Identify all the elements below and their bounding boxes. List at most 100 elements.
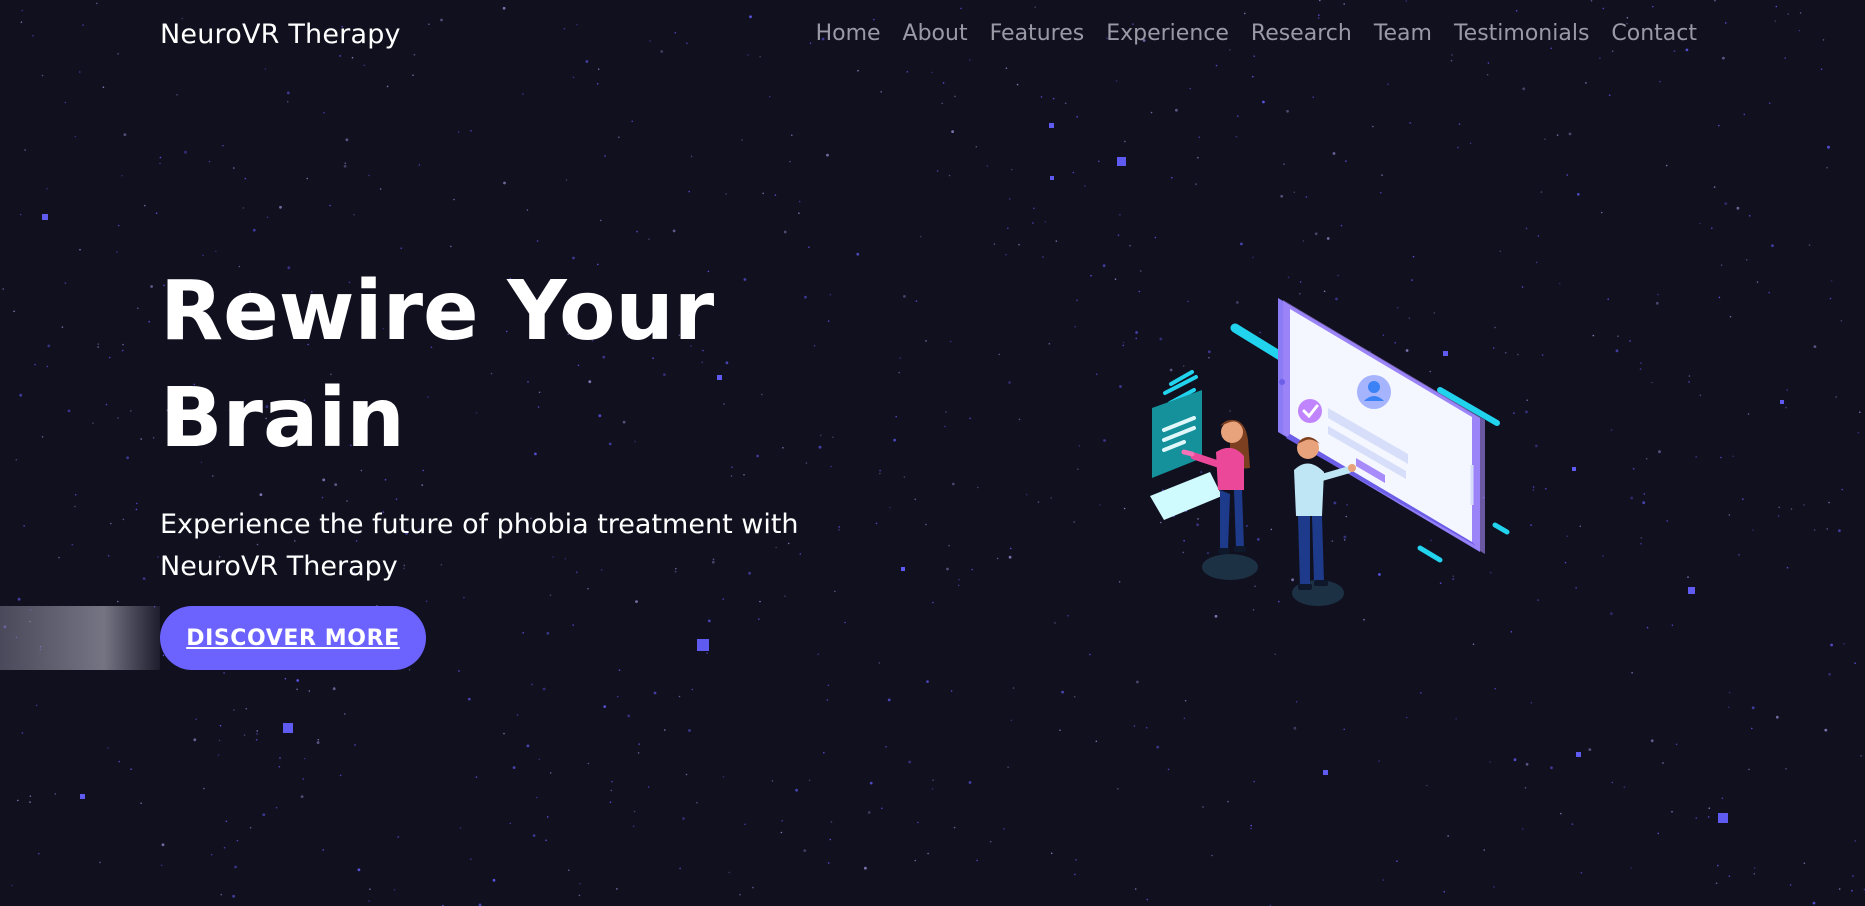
star (453, 198, 455, 201)
star (1458, 123, 1461, 125)
star (232, 894, 236, 898)
star (878, 662, 881, 664)
star (1687, 576, 1689, 578)
star (1768, 102, 1771, 104)
star (672, 229, 676, 233)
star (421, 484, 424, 486)
nav-link-experience[interactable]: Experience (1106, 21, 1229, 46)
star (1345, 160, 1347, 162)
star (611, 780, 613, 783)
star (762, 192, 764, 195)
star (1119, 385, 1122, 388)
star (803, 849, 807, 852)
star (1252, 75, 1254, 78)
star (1314, 232, 1318, 236)
star (1830, 643, 1833, 647)
star-square (1117, 157, 1126, 166)
star (130, 768, 132, 770)
nav-item-contact: Contact (1611, 21, 1697, 46)
star (1790, 508, 1793, 510)
star (140, 802, 142, 804)
nav-links: Home About Features Experience Research … (816, 21, 1697, 46)
hero-subtitle: Experience the future of phobia treatmen… (160, 509, 799, 582)
star (1535, 261, 1538, 264)
star (234, 865, 238, 869)
star (1114, 278, 1117, 281)
star (774, 194, 777, 196)
star (1016, 83, 1019, 86)
star-square (697, 639, 709, 651)
star (1135, 331, 1138, 334)
star (1054, 622, 1056, 624)
star (945, 411, 947, 413)
star (1008, 381, 1011, 384)
star (1074, 873, 1076, 876)
star (1639, 368, 1642, 370)
star (1312, 96, 1314, 98)
nav-link-contact[interactable]: Contact (1611, 21, 1697, 46)
star (536, 240, 539, 242)
nav-link-features[interactable]: Features (990, 21, 1085, 46)
star (1513, 758, 1517, 762)
star (1803, 862, 1806, 864)
star (771, 780, 774, 782)
nav-link-research[interactable]: Research (1251, 21, 1352, 46)
star (725, 193, 727, 195)
star (996, 557, 999, 560)
star (1084, 185, 1086, 187)
star (1540, 191, 1543, 193)
star (74, 505, 76, 508)
star (1098, 160, 1100, 163)
star (1078, 445, 1081, 447)
star (17, 799, 19, 802)
star (975, 146, 978, 148)
star (844, 621, 846, 624)
star (915, 300, 918, 302)
star (321, 496, 324, 499)
brand-logo-link[interactable]: NeuroVR Therapy (160, 19, 401, 50)
star (1813, 345, 1817, 348)
star (1530, 524, 1532, 526)
star (150, 285, 154, 288)
star (618, 669, 621, 671)
star (1042, 256, 1044, 258)
star (632, 825, 635, 827)
star (357, 868, 361, 872)
star (798, 200, 801, 203)
star (1493, 886, 1495, 888)
star (1738, 554, 1740, 556)
star (1785, 406, 1787, 409)
star (1332, 152, 1336, 155)
nav-link-team[interactable]: Team (1374, 21, 1432, 46)
star (1732, 455, 1735, 458)
star (1286, 109, 1289, 113)
star (67, 409, 71, 413)
star (117, 600, 119, 603)
star (532, 834, 536, 837)
star (339, 774, 342, 777)
star (71, 543, 74, 546)
star (976, 859, 978, 862)
star (1055, 240, 1058, 242)
star (781, 820, 783, 822)
star (636, 230, 638, 233)
star (1666, 520, 1668, 522)
star (1007, 227, 1009, 230)
star (1728, 691, 1731, 694)
star (1059, 729, 1061, 731)
nav-link-testimonials[interactable]: Testimonials (1454, 21, 1589, 46)
star (618, 136, 620, 138)
star (1343, 728, 1345, 731)
nav-link-home[interactable]: Home (816, 21, 881, 46)
star (903, 295, 906, 298)
star (549, 594, 552, 596)
star (1198, 136, 1201, 138)
star (41, 436, 44, 438)
star (418, 164, 421, 166)
discover-more-button[interactable]: DISCOVER MORE (160, 606, 426, 670)
star (881, 807, 883, 810)
star (1154, 236, 1157, 239)
star (1568, 132, 1572, 136)
nav-link-about[interactable]: About (903, 21, 968, 46)
star (1064, 102, 1067, 105)
